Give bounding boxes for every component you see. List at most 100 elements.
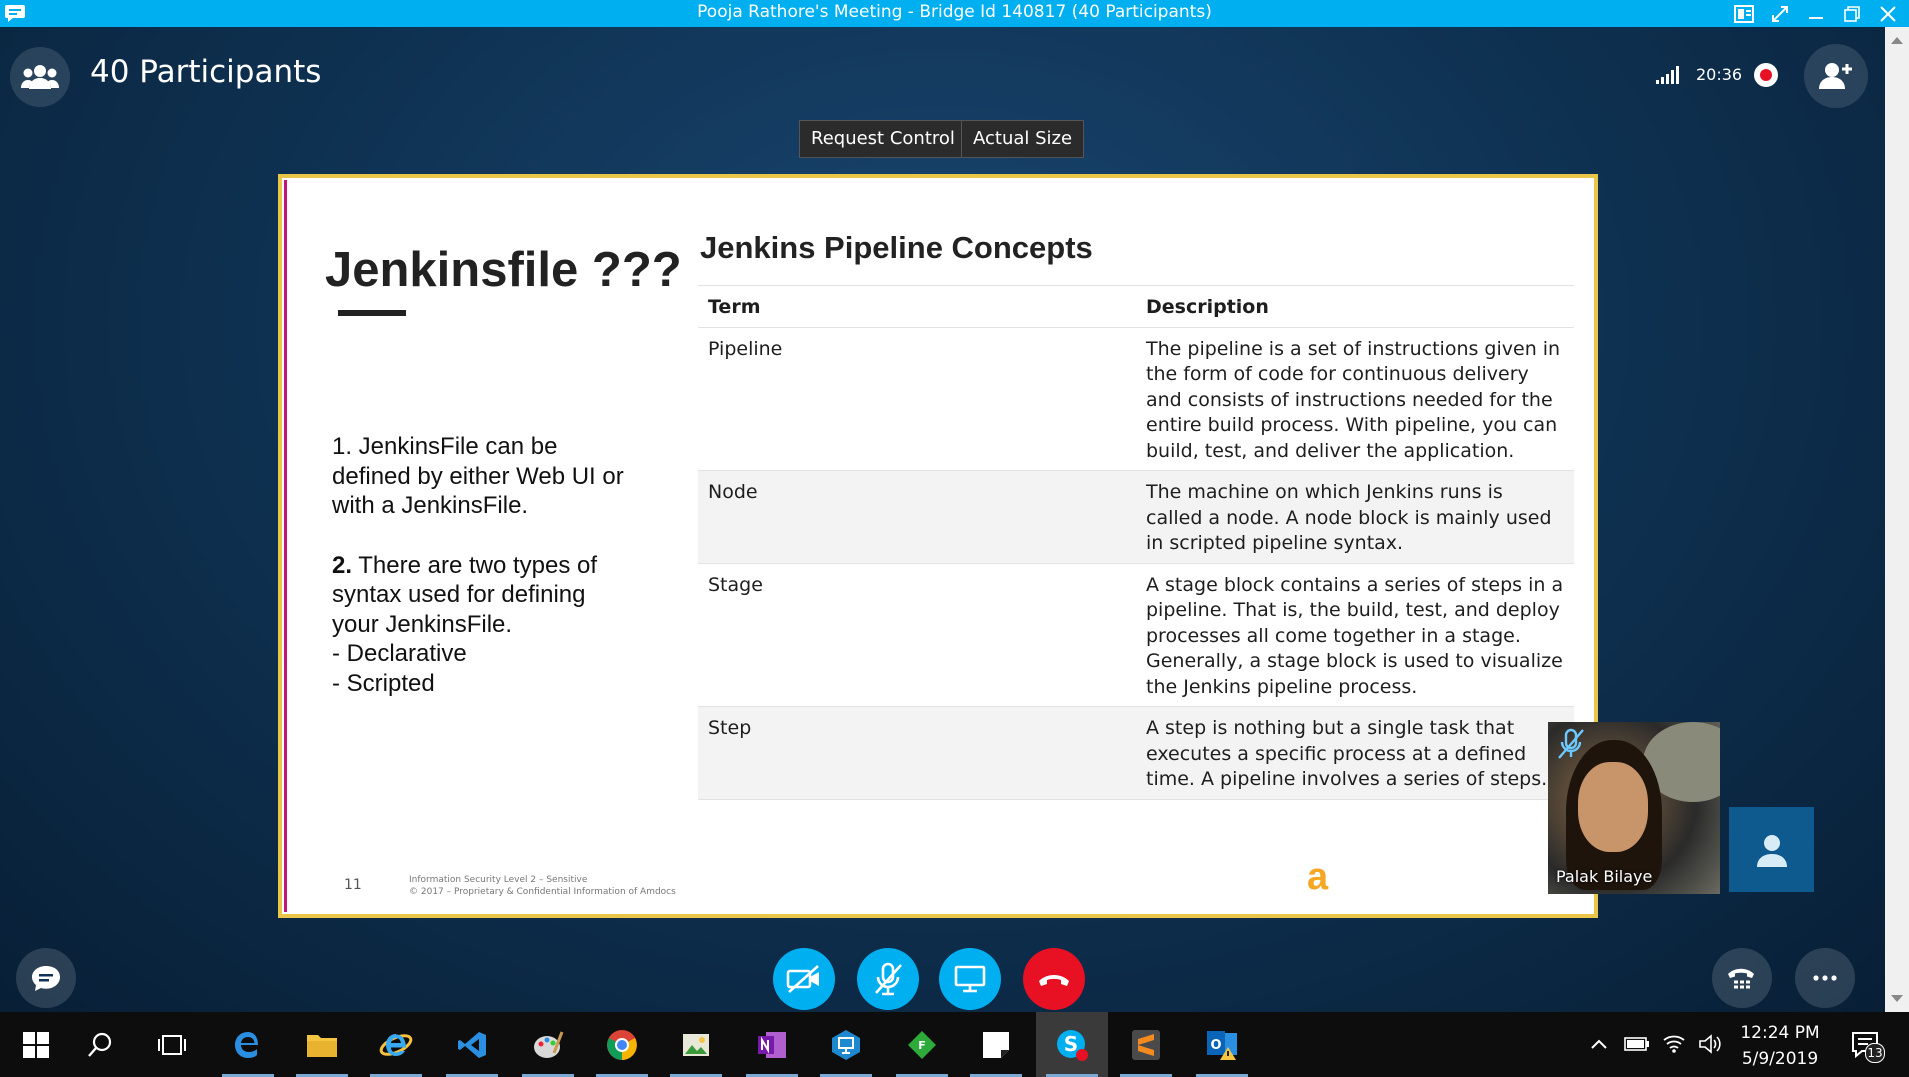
actual-size-button[interactable]: Actual Size bbox=[961, 120, 1085, 158]
system-date: 5/9/2019 bbox=[1741, 1049, 1819, 1069]
close-icon[interactable] bbox=[1870, 0, 1906, 27]
people-icon bbox=[21, 65, 59, 89]
dialpad-phone-icon bbox=[1728, 968, 1754, 989]
point-2-text: There are two types of syntax used for d… bbox=[332, 551, 598, 638]
edge-browser-icon bbox=[235, 1031, 258, 1058]
participant-name: Palak Bilaye bbox=[1556, 867, 1653, 886]
restore-icon[interactable] bbox=[1834, 0, 1870, 27]
point-2: 2. There are two types of syntax used fo… bbox=[332, 551, 632, 640]
point-1: 1. JenkinsFile can be defined by either … bbox=[332, 433, 624, 519]
person-avatar-icon bbox=[1756, 834, 1787, 867]
taskbar-skype[interactable]: S bbox=[1036, 1012, 1108, 1077]
point-2-item-scripted: - Scripted bbox=[332, 669, 435, 697]
call-duration: 20:36 bbox=[1696, 65, 1743, 84]
svg-text:O: O bbox=[1210, 1038, 1221, 1053]
folder-icon bbox=[307, 1034, 337, 1057]
svg-text:F: F bbox=[918, 1039, 926, 1052]
taskbar-edge[interactable] bbox=[212, 1012, 284, 1077]
minimize-icon[interactable] bbox=[1798, 0, 1834, 27]
hang-up-icon bbox=[1039, 975, 1069, 986]
muted-microphone-icon bbox=[1558, 728, 1584, 759]
concepts-table: Term Description Pipeline The pipeline i… bbox=[698, 285, 1574, 800]
column-header-description: Description bbox=[1136, 285, 1574, 327]
taskbar-file-explorer[interactable] bbox=[286, 1012, 358, 1077]
taskbar-paint[interactable] bbox=[512, 1012, 584, 1077]
term-cell: Stage bbox=[708, 573, 763, 596]
wifi-icon[interactable] bbox=[1662, 1032, 1686, 1054]
participants-button[interactable] bbox=[10, 47, 70, 107]
participants-count-label[interactable]: 40 Participants bbox=[90, 54, 321, 90]
taskbar-internet-explorer[interactable] bbox=[360, 1012, 432, 1077]
chat-icon bbox=[32, 966, 60, 991]
task-view-button[interactable] bbox=[136, 1012, 208, 1077]
layout-icon[interactable] bbox=[1726, 0, 1762, 27]
notification-badge: 13 bbox=[1865, 1043, 1885, 1063]
task-view-icon bbox=[158, 1034, 186, 1055]
description-cell: The machine on which Jenkins runs is cal… bbox=[1146, 481, 1552, 554]
slide-heading: Jenkinsfile ??? bbox=[325, 243, 682, 297]
show-hidden-icons-icon[interactable] bbox=[1590, 1038, 1608, 1050]
taskbar-chrome[interactable] bbox=[586, 1012, 658, 1077]
scrollbar[interactable] bbox=[1885, 27, 1909, 1012]
green-diamond-icon: F bbox=[908, 1030, 936, 1059]
point-2-item-declarative: - Declarative bbox=[332, 640, 467, 667]
photo-icon bbox=[683, 1033, 709, 1056]
end-call-button[interactable] bbox=[1023, 948, 1085, 1010]
chrome-icon bbox=[607, 1029, 637, 1060]
scroll-down-icon[interactable] bbox=[1891, 995, 1903, 1002]
description-cell: A step is nothing but a single task that… bbox=[1146, 717, 1548, 790]
table-row: Step A step is nothing but a single task… bbox=[698, 706, 1574, 799]
window-title: Pooja Rathore's Meeting - Bridge Id 1408… bbox=[697, 2, 1212, 22]
taskbar-fiddler[interactable]: F bbox=[886, 1012, 958, 1077]
taskbar-onenote[interactable] bbox=[736, 1012, 808, 1077]
battery-icon[interactable] bbox=[1624, 1036, 1650, 1052]
system-clock[interactable]: 12:24 PM 5/9/2019 bbox=[1730, 1020, 1830, 1072]
point-2-number: 2. bbox=[332, 551, 353, 579]
mute-button[interactable] bbox=[857, 948, 919, 1010]
scroll-up-icon[interactable] bbox=[1891, 37, 1903, 44]
paint-palette-icon bbox=[534, 1030, 564, 1058]
volume-icon[interactable] bbox=[1698, 1034, 1722, 1054]
windows-taskbar: F S O bbox=[0, 1012, 1909, 1077]
call-settings-button[interactable] bbox=[1712, 948, 1772, 1008]
chat-button[interactable] bbox=[16, 948, 76, 1008]
taskbar-vscode[interactable] bbox=[436, 1012, 508, 1077]
table-header-row: Term Description bbox=[698, 285, 1574, 327]
taskbar-remote-desktop[interactable] bbox=[810, 1012, 882, 1077]
internet-explorer-icon bbox=[379, 1033, 413, 1056]
remote-desktop-icon bbox=[832, 1029, 860, 1060]
add-person-icon bbox=[1819, 63, 1852, 89]
skype-icon: S bbox=[1057, 1029, 1088, 1061]
search-button[interactable] bbox=[64, 1012, 136, 1077]
participant-video-tile[interactable]: Palak Bilaye bbox=[1548, 722, 1720, 894]
table-row: Stage A stage block contains a series of… bbox=[698, 563, 1574, 707]
windows-logo-icon bbox=[23, 1031, 49, 1058]
column-header-term: Term bbox=[698, 285, 1136, 327]
video-camera-off-icon bbox=[786, 965, 819, 993]
taskbar-image-viewer[interactable] bbox=[660, 1012, 732, 1077]
signal-strength-icon bbox=[1656, 66, 1679, 84]
shared-screen: Jenkinsfile ??? 1. JenkinsFile can be de… bbox=[278, 174, 1598, 918]
svg-text:S: S bbox=[1064, 1032, 1078, 1056]
add-participant-button[interactable] bbox=[1804, 44, 1868, 108]
footer-copyright: © 2017 – Proprietary & Confidential Info… bbox=[409, 887, 676, 897]
recording-icon bbox=[1754, 63, 1778, 87]
search-icon bbox=[88, 1032, 112, 1057]
taskbar-outlook[interactable]: O bbox=[1186, 1012, 1258, 1077]
share-screen-button[interactable] bbox=[939, 948, 1001, 1010]
monitor-icon bbox=[954, 965, 986, 993]
request-control-button[interactable]: Request Control bbox=[799, 120, 967, 158]
slide-bullet-points: 1. JenkinsFile can be defined by either … bbox=[332, 432, 632, 698]
term-cell: Pipeline bbox=[708, 337, 783, 360]
taskbar-sticky-notes[interactable] bbox=[960, 1012, 1032, 1077]
more-options-button[interactable] bbox=[1795, 948, 1855, 1008]
slide-page-number: 11 bbox=[344, 877, 362, 893]
sticky-note-icon bbox=[983, 1031, 1009, 1058]
video-off-button[interactable] bbox=[773, 948, 835, 1010]
taskbar-sublime-text[interactable] bbox=[1110, 1012, 1182, 1077]
start-button[interactable] bbox=[0, 1012, 72, 1077]
fullscreen-icon[interactable] bbox=[1762, 0, 1798, 27]
onenote-icon bbox=[758, 1031, 786, 1058]
self-avatar-tile[interactable] bbox=[1729, 807, 1814, 892]
term-cell: Step bbox=[708, 717, 752, 739]
